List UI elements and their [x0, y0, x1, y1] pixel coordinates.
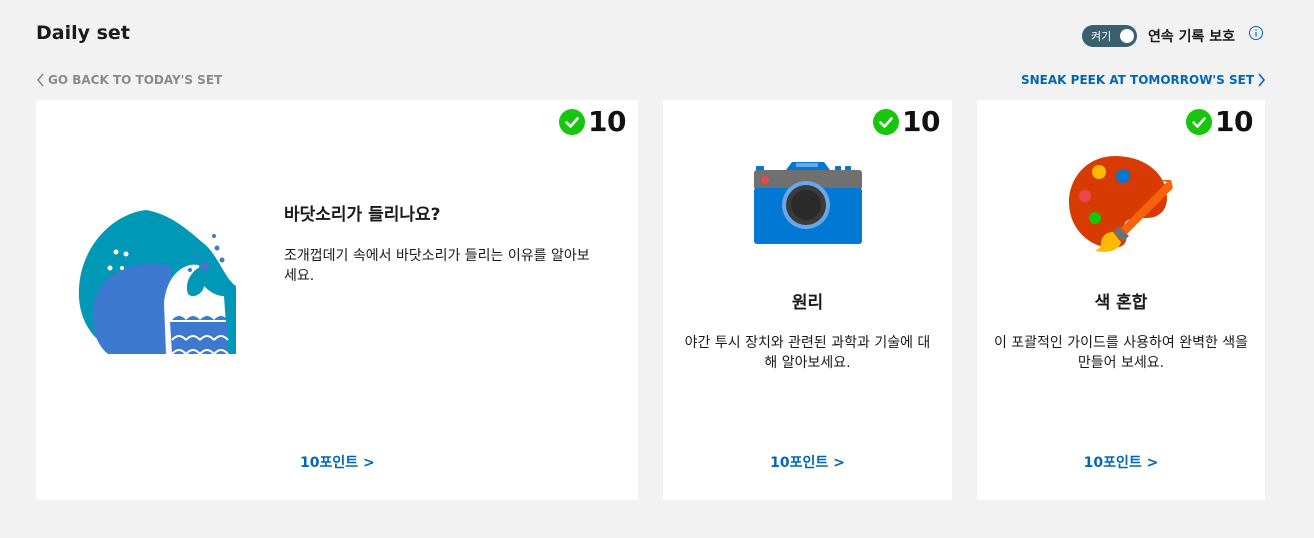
toggle-knob [1119, 29, 1134, 43]
daily-set-card-2[interactable]: 10 원리 야간 투시 장치와 관련된 과학과 기술에 대해 알아보세요. 10… [663, 100, 952, 500]
chevron-right-icon [1258, 73, 1266, 87]
go-back-label: GO BACK TO TODAY'S SET [48, 73, 223, 87]
points-value: 10 [588, 105, 626, 138]
card-description: 이 포괄적인 가이드를 사용하여 완벽한 색을 만들어 보세요. [993, 335, 1249, 371]
daily-set-card-3[interactable]: 10 색 혼합 이 포괄적인 가이드를 사용하여 완벽한 색을 만들어 보세요.… [977, 100, 1265, 500]
card-points-link[interactable]: 10포인트 > [977, 452, 1265, 472]
card-description: 야간 투시 장치와 관련된 과학과 기술에 대해 알아보세요. [684, 335, 931, 371]
card-title: 색 혼합 [1094, 293, 1148, 313]
card-description: 조개껍데기 속에서 바닷소리가 들리는 이유를 알아보세요. [284, 248, 590, 284]
go-back-today-link[interactable]: GO BACK TO TODAY'S SET [36, 73, 222, 87]
points-badge: 10 [873, 105, 940, 138]
info-icon[interactable] [1248, 25, 1264, 41]
card-points-link[interactable]: 10포인트 > [300, 452, 375, 472]
sneak-peek-label: SNEAK PEEK AT TOMORROW'S SET [1021, 73, 1254, 87]
streak-protection-label: 연속 기록 보호 [1147, 29, 1235, 45]
checkmark-icon [873, 108, 900, 135]
card-title: 바닷소리가 들리나요? [284, 205, 441, 225]
page-title: Daily set [36, 22, 130, 44]
camera-icon [754, 162, 862, 244]
points-value: 10 [902, 105, 940, 138]
card-title: 원리 [791, 293, 824, 313]
wave-icon [78, 210, 236, 354]
checkmark-icon [1186, 108, 1213, 135]
chevron-left-icon [36, 73, 44, 87]
card-points-link[interactable]: 10포인트 > [663, 452, 952, 472]
toggle-label: 켜기 [1090, 30, 1112, 43]
points-value: 10 [1215, 105, 1253, 138]
points-badge: 10 [559, 105, 626, 138]
points-badge: 10 [1186, 105, 1253, 138]
streak-protection: 켜기 연속 기록 보호 [1081, 25, 1264, 47]
sneak-peek-tomorrow-link[interactable]: SNEAK PEEK AT TOMORROW'S SET [1021, 73, 1266, 87]
checkmark-icon [559, 108, 586, 135]
palette-icon [1069, 156, 1173, 252]
daily-set-card-1[interactable]: 10 바닷소리가 들리나요? 조개껍데기 속에서 바닷소리가 들리는 이유를 알… [36, 100, 638, 500]
streak-protection-toggle[interactable]: 켜기 [1081, 25, 1137, 47]
